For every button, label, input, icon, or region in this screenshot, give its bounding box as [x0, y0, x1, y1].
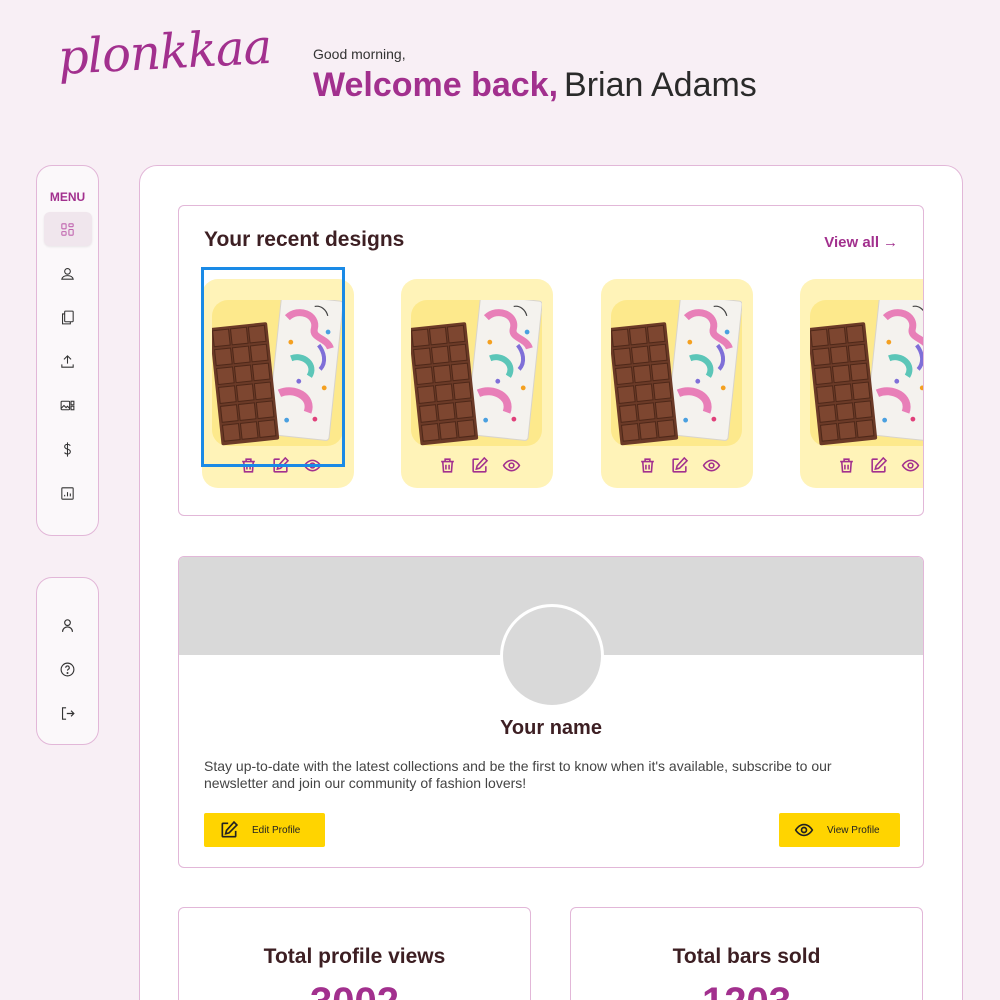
- recent-designs-card: Your recent designs View all →: [178, 205, 924, 516]
- greeting-text: Good morning,: [313, 46, 406, 62]
- nav-profile[interactable]: [44, 608, 92, 642]
- nav-earnings[interactable]: [44, 432, 92, 466]
- eye-icon: [303, 459, 321, 471]
- design-actions: [437, 455, 521, 475]
- edit-design-button[interactable]: [270, 455, 290, 475]
- arrow-right-icon: →: [883, 234, 898, 251]
- profile-bio: Stay up-to-date with the latest collecti…: [204, 758, 832, 791]
- design-thumbnail[interactable]: [408, 294, 543, 446]
- eye-icon: [502, 459, 520, 471]
- design-actions: [836, 455, 920, 475]
- nav-upload[interactable]: [44, 344, 92, 378]
- nav-account[interactable]: [44, 256, 92, 290]
- trash-icon: [241, 457, 255, 473]
- profile-card: Your name Stay up-to-date with the lates…: [178, 556, 924, 868]
- chocolate-bar-artwork: [408, 294, 543, 446]
- edit-design-button[interactable]: [469, 455, 489, 475]
- bars-sold-card: Total bars sold 1203: [570, 907, 923, 1000]
- chocolate-bar-artwork: [608, 294, 743, 446]
- edit-icon: [870, 456, 887, 473]
- dollar-icon: [64, 441, 71, 457]
- profile-views-card: Total profile views 3002: [178, 907, 531, 1000]
- dashboard-icon: [61, 222, 74, 236]
- nav-analytics[interactable]: [44, 476, 92, 510]
- help-icon: [60, 662, 75, 676]
- design-card[interactable]: [202, 279, 354, 488]
- delete-design-button[interactable]: [637, 455, 657, 475]
- eye-icon: [794, 823, 814, 837]
- nav-documents[interactable]: [44, 300, 92, 334]
- nav-dashboard[interactable]: [43, 212, 92, 246]
- eye-icon: [901, 459, 919, 471]
- delete-design-button[interactable]: [836, 455, 856, 475]
- view-profile-label: View Profile: [827, 824, 880, 836]
- edit-icon: [272, 456, 289, 473]
- welcome-heading: Welcome back, Brian Adams: [313, 66, 757, 105]
- view-profile-button[interactable]: View Profile: [779, 813, 900, 847]
- eye-icon: [702, 459, 720, 471]
- edit-profile-button[interactable]: Edit Profile: [204, 813, 325, 847]
- user-circle-icon: [61, 267, 74, 280]
- nav-logout[interactable]: [44, 696, 92, 730]
- avatar[interactable]: [500, 604, 604, 708]
- profile-icon: [61, 618, 74, 632]
- menu-title: MENU: [49, 190, 86, 204]
- edit-icon: [221, 820, 239, 838]
- design-thumbnail[interactable]: [608, 294, 743, 446]
- design-thumbnail[interactable]: [807, 294, 923, 446]
- sidebar-menu: MENU: [36, 165, 99, 536]
- design-thumbnail[interactable]: [209, 294, 344, 446]
- trash-icon: [440, 457, 454, 473]
- documents-icon: [62, 310, 74, 324]
- design-card[interactable]: [800, 279, 923, 488]
- bars-sold-label: Total bars sold: [672, 945, 821, 968]
- design-card[interactable]: [601, 279, 753, 488]
- edit-design-button[interactable]: [669, 455, 689, 475]
- user-name: Brian Adams: [564, 66, 757, 104]
- view-all-label: View all: [824, 234, 879, 251]
- edit-icon: [671, 456, 688, 473]
- delete-design-button[interactable]: [238, 455, 258, 475]
- brand-logo[interactable]: plonkkaa: [57, 19, 273, 86]
- welcome-label: Welcome back,: [313, 66, 559, 104]
- preview-design-button[interactable]: [501, 455, 521, 475]
- profile-name: Your name: [500, 717, 602, 739]
- profile-views-value: 3002: [179, 980, 530, 1000]
- gallery-icon: [60, 400, 75, 410]
- delete-design-button[interactable]: [437, 455, 457, 475]
- design-actions: [637, 455, 721, 475]
- nav-help[interactable]: [44, 652, 92, 686]
- preview-design-button[interactable]: [900, 455, 920, 475]
- preview-design-button[interactable]: [701, 455, 721, 475]
- design-actions: [238, 455, 322, 475]
- preview-design-button[interactable]: [302, 455, 322, 475]
- view-all-link[interactable]: View all →: [824, 234, 898, 251]
- profile-views-label: Total profile views: [263, 945, 446, 968]
- chocolate-bar-artwork: [209, 294, 344, 446]
- design-card[interactable]: [401, 279, 553, 488]
- upload-icon: [61, 354, 74, 368]
- chocolate-bar-artwork: [807, 294, 923, 446]
- bars-sold-value: 1203: [571, 980, 922, 1000]
- edit-icon: [471, 456, 488, 473]
- nav-gallery[interactable]: [44, 388, 92, 422]
- recent-designs-title: Your recent designs: [204, 228, 405, 251]
- edit-profile-label: Edit Profile: [252, 824, 301, 836]
- edit-design-button[interactable]: [868, 455, 888, 475]
- sidebar-account: [36, 577, 99, 745]
- trash-icon: [839, 457, 853, 473]
- trash-icon: [640, 457, 654, 473]
- analytics-icon: [61, 486, 74, 500]
- logout-icon: [61, 706, 75, 720]
